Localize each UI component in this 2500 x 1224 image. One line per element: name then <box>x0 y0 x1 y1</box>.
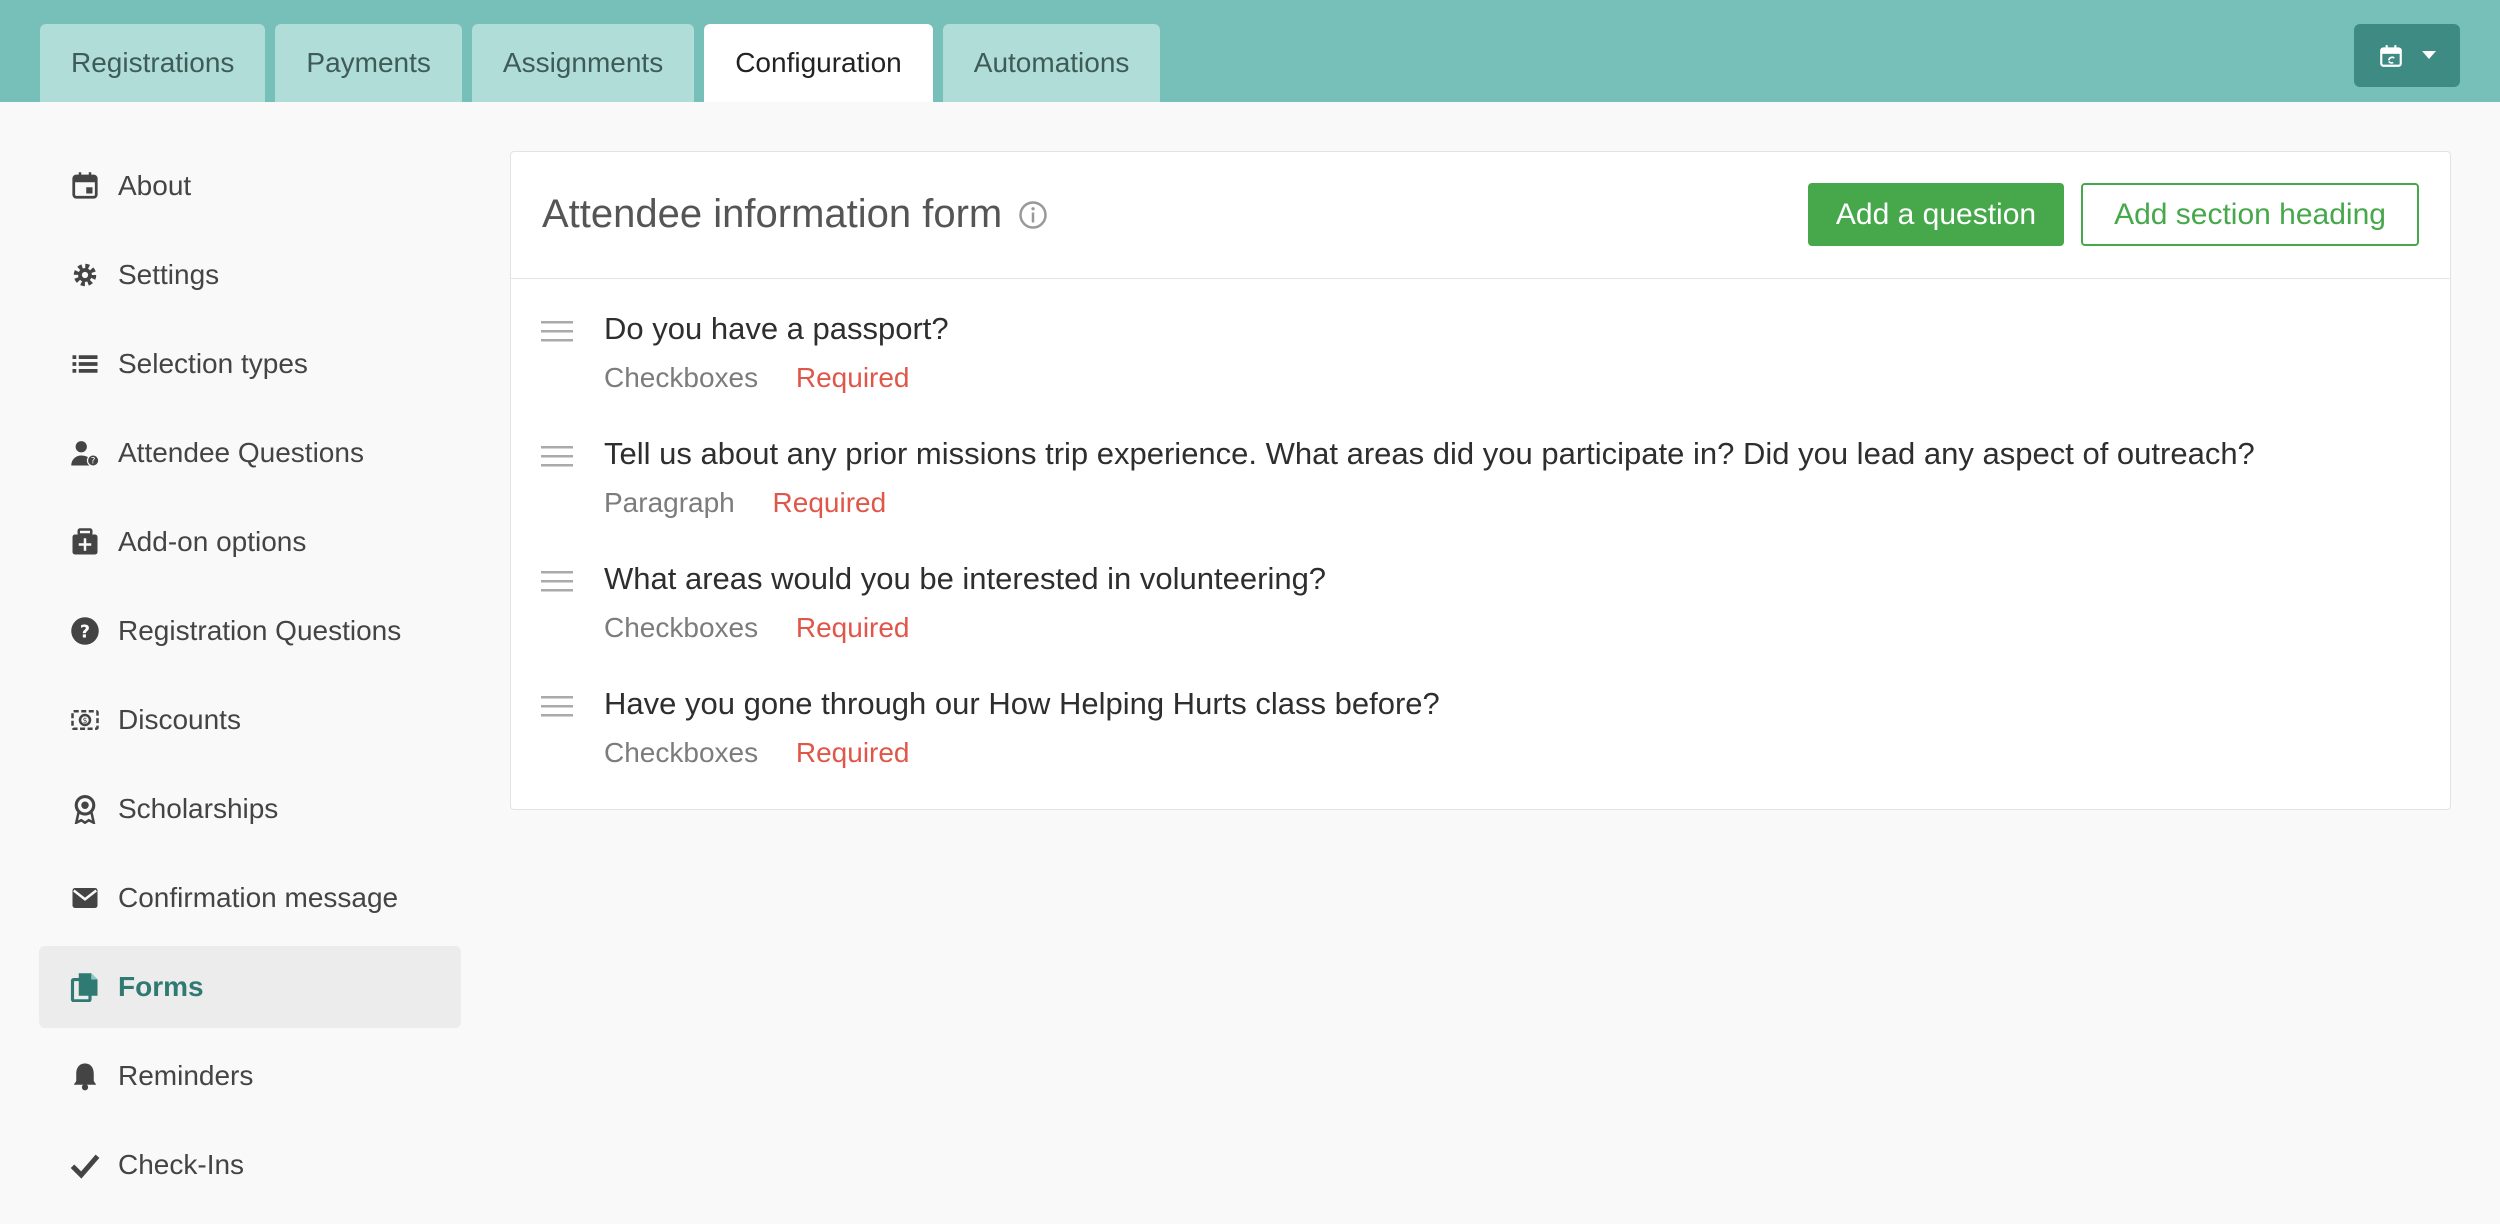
question-meta: Checkboxes Required <box>604 737 910 769</box>
discount-icon: $ <box>68 703 102 737</box>
tab-payments[interactable]: Payments <box>275 24 462 102</box>
sidebar-item-registration-questions[interactable]: ? Registration Questions <box>39 590 461 672</box>
required-badge: Required <box>772 487 887 518</box>
svg-text:?: ? <box>80 622 90 642</box>
sidebar-item-label: Selection types <box>118 348 308 379</box>
question-row[interactable]: Tell us about any prior missions trip ex… <box>511 404 2450 529</box>
sidebar-item-label: Reminders <box>118 1060 254 1091</box>
add-box-icon <box>68 525 102 559</box>
question-row[interactable]: What areas would you be interested in vo… <box>511 529 2450 654</box>
drag-handle-icon[interactable] <box>541 571 573 598</box>
sidebar-item-label: Scholarships <box>118 793 279 824</box>
person-question-icon: ? <box>68 436 102 470</box>
question-meta: Checkboxes Required <box>604 362 910 394</box>
svg-text:$: $ <box>83 716 88 725</box>
required-badge: Required <box>795 362 910 393</box>
sidebar-item-about[interactable]: About <box>39 145 461 227</box>
sidebar-item-label: Forms <box>118 971 204 1002</box>
gear-icon <box>68 258 102 292</box>
question-type: Checkboxes <box>604 737 759 768</box>
tab-label: Assignments <box>502 47 664 78</box>
sidebar-item-label: About <box>118 170 192 201</box>
question-row[interactable]: Do you have a passport? Checkboxes Requi… <box>511 279 2450 404</box>
question-circle-icon: ? <box>68 614 102 648</box>
tab-label: Registrations <box>71 47 235 78</box>
calendar-dropdown-button[interactable] <box>2354 24 2460 87</box>
drag-handle-icon[interactable] <box>541 321 573 348</box>
question-text: What areas would you be interested in vo… <box>604 561 1327 596</box>
svg-text:?: ? <box>91 457 96 467</box>
panel-header: Attendee information form Add a question… <box>511 152 2450 279</box>
question-type: Paragraph <box>604 487 735 518</box>
tab-assignments[interactable]: Assignments <box>471 24 695 102</box>
question-row[interactable]: Have you gone through our How Helping Hu… <box>511 654 2450 779</box>
add-section-heading-button[interactable]: Add section heading <box>2081 183 2419 246</box>
tab-configuration[interactable]: Configuration <box>704 24 933 102</box>
tab-registrations[interactable]: Registrations <box>40 24 266 102</box>
sidebar-item-confirmation-message[interactable]: Confirmation message <box>39 857 461 939</box>
tab-label: Configuration <box>735 47 902 78</box>
calendar-icon <box>68 169 102 203</box>
add-question-button[interactable]: Add a question <box>1808 183 2064 246</box>
award-icon <box>68 792 102 826</box>
sidebar-item-add-on-options[interactable]: Add-on options <box>39 501 461 583</box>
drag-handle-icon[interactable] <box>541 446 573 473</box>
sidebar-item-label: Registration Questions <box>118 615 402 646</box>
info-icon[interactable] <box>1018 200 1048 230</box>
tab-automations[interactable]: Automations <box>942 24 1161 102</box>
forms-icon <box>68 970 102 1004</box>
page-title: Attendee information form <box>542 192 1048 237</box>
sidebar-item-label: Settings <box>118 259 220 290</box>
question-text: Do you have a passport? <box>604 311 949 346</box>
sidebar-item-reminders[interactable]: Reminders <box>39 1035 461 1117</box>
sidebar-item-label: Check-Ins <box>118 1149 245 1180</box>
check-icon <box>68 1148 102 1182</box>
sidebar-item-forms[interactable]: Forms <box>39 946 461 1028</box>
sidebar-item-scholarships[interactable]: Scholarships <box>39 768 461 850</box>
page-title-text: Attendee information form <box>542 192 1003 236</box>
sidebar-item-attendee-questions[interactable]: ? Attendee Questions <box>39 412 461 494</box>
sidebar-item-discounts[interactable]: $ Discounts <box>39 679 461 761</box>
sidebar-item-label: Add-on options <box>118 526 307 557</box>
question-meta: Paragraph Required <box>604 487 886 519</box>
sidebar: About Settings Selection types ? Attende… <box>39 145 461 1213</box>
sidebar-item-settings[interactable]: Settings <box>39 234 461 316</box>
form-panel: Attendee information form Add a question… <box>510 151 2451 810</box>
list-icon <box>68 347 102 381</box>
question-text: Tell us about any prior missions trip ex… <box>604 436 2255 471</box>
tab-label: Automations <box>973 47 1130 78</box>
sidebar-item-label: Confirmation message <box>118 882 399 913</box>
envelope-icon <box>68 881 102 915</box>
sidebar-item-selection-types[interactable]: Selection types <box>39 323 461 405</box>
sidebar-item-label: Attendee Questions <box>118 437 364 468</box>
question-meta: Checkboxes Required <box>604 612 910 644</box>
calendar-sync-icon <box>2378 43 2404 69</box>
question-list: Do you have a passport? Checkboxes Requi… <box>511 279 2450 779</box>
question-type: Checkboxes <box>604 612 759 643</box>
caret-down-icon <box>2422 51 2436 60</box>
required-badge: Required <box>795 612 910 643</box>
top-nav-bar: Registrations Payments Assignments Confi… <box>0 0 2500 102</box>
question-type: Checkboxes <box>604 362 759 393</box>
question-text: Have you gone through our How Helping Hu… <box>604 686 1440 721</box>
bell-icon <box>68 1059 102 1093</box>
tab-bar: Registrations Payments Assignments Confi… <box>40 24 1161 102</box>
drag-handle-icon[interactable] <box>541 696 573 723</box>
sidebar-item-check-ins[interactable]: Check-Ins <box>39 1124 461 1206</box>
sidebar-item-label: Discounts <box>118 704 241 735</box>
required-badge: Required <box>795 737 910 768</box>
tab-label: Payments <box>306 47 431 78</box>
